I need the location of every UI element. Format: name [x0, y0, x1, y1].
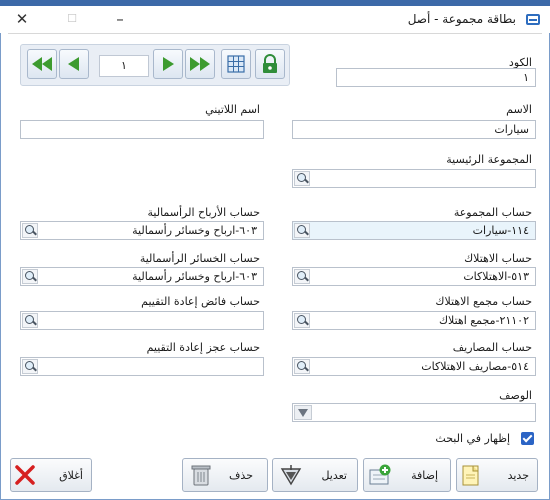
- add-record-icon: [369, 464, 391, 485]
- double-arrow-left-icon: [32, 57, 52, 71]
- depreciation-account-label: حساب الاهتلاك: [464, 252, 532, 265]
- grid-icon: [227, 55, 245, 73]
- capital-gains-search-icon[interactable]: [22, 223, 38, 238]
- description-label: الوصف: [499, 389, 532, 402]
- previous-record-button[interactable]: [59, 49, 89, 79]
- revaluation-surplus-field[interactable]: [20, 311, 264, 330]
- add-button-label: إضافة: [411, 469, 438, 482]
- latin-name-label: اسم اللاتيني: [205, 103, 260, 116]
- expenses-account-value: ٥١٤-مصاريف الاهتلاكات: [421, 360, 529, 373]
- latin-name-field[interactable]: [20, 120, 264, 139]
- parent-group-search-icon[interactable]: [294, 171, 310, 186]
- show-in-search-label: إظهار في البحث: [435, 432, 510, 445]
- trash-icon: [191, 465, 211, 486]
- next-record-button[interactable]: [153, 49, 183, 79]
- parent-group-field[interactable]: [292, 169, 536, 188]
- expenses-account-field[interactable]: ٥١٤-مصاريف الاهتلاكات: [292, 357, 536, 376]
- edit-button-label: تعديل: [321, 469, 347, 482]
- name-label: الاسم: [506, 103, 532, 116]
- capital-losses-field[interactable]: ٦٠٣-ارباح وخسائر رأسمالية: [20, 267, 264, 286]
- edit-icon: [280, 465, 302, 486]
- red-x-icon: [15, 465, 35, 485]
- title-bar: ✕ ☐ – بطاقة مجموعة - أصل: [0, 6, 550, 33]
- lock-button[interactable]: [255, 49, 285, 79]
- capital-losses-search-icon[interactable]: [22, 269, 38, 284]
- accum-depreciation-value: ٢١١٠٢-مجمع اهتلاك: [438, 314, 529, 327]
- record-navigator: ١: [20, 44, 290, 86]
- revaluation-surplus-label: حساب فائض إعادة التقييم: [141, 295, 260, 308]
- depreciation-account-field[interactable]: ٥١٣-الاهتلاكات: [292, 267, 536, 286]
- last-record-button[interactable]: [185, 49, 215, 79]
- arrow-left-icon: [68, 57, 79, 71]
- revaluation-surplus-search-icon[interactable]: [22, 313, 38, 328]
- expenses-account-label: حساب المصاريف: [452, 341, 532, 354]
- capital-gains-label: حساب الأرباح الرأسمالية: [147, 206, 261, 219]
- maximize-button[interactable]: ☐: [62, 10, 82, 28]
- description-dropdown[interactable]: [292, 403, 536, 422]
- record-number-field[interactable]: ١: [99, 55, 149, 77]
- arrow-right-icon: [163, 57, 174, 71]
- group-account-field[interactable]: ١١٤-سيارات: [292, 221, 536, 240]
- close-window-button[interactable]: ✕: [12, 10, 32, 28]
- depreciation-account-search-icon[interactable]: [294, 269, 310, 284]
- capital-gains-value: ٦٠٣-ارباح وخسائر رأسمالية: [132, 224, 257, 237]
- new-button-label: جديد: [507, 469, 529, 482]
- code-value: ١: [523, 71, 529, 84]
- delete-button[interactable]: حذف: [182, 458, 268, 492]
- bottom-toolbar: جديد إضافة تعديل حذف أغلاق: [8, 456, 542, 492]
- edit-button[interactable]: تعديل: [272, 458, 358, 492]
- first-record-button[interactable]: [27, 49, 57, 79]
- group-account-search-icon[interactable]: [294, 223, 310, 238]
- accum-depreciation-field[interactable]: ٢١١٠٢-مجمع اهتلاك: [292, 311, 536, 330]
- window-card-icon: [526, 14, 540, 25]
- new-button[interactable]: جديد: [456, 458, 538, 492]
- add-button[interactable]: إضافة: [363, 458, 451, 492]
- delete-button-label: حذف: [229, 469, 253, 482]
- grid-view-button[interactable]: [221, 49, 251, 79]
- close-button-label: أغلاق: [59, 469, 83, 482]
- parent-group-label: المجموعة الرئيسية: [446, 153, 532, 166]
- code-field[interactable]: ١: [336, 68, 536, 87]
- close-button[interactable]: أغلاق: [10, 458, 92, 492]
- window-title: بطاقة مجموعة - أصل: [407, 12, 516, 26]
- double-arrow-right-icon: [190, 57, 210, 71]
- title-separator: [8, 33, 542, 34]
- name-field[interactable]: سيارات: [292, 120, 536, 139]
- revaluation-deficit-search-icon[interactable]: [22, 359, 38, 374]
- show-in-search-checkbox[interactable]: [521, 432, 534, 445]
- group-account-value: ١١٤-سيارات: [472, 224, 529, 237]
- expenses-account-search-icon[interactable]: [294, 359, 310, 374]
- accum-depreciation-label: حساب مجمع الاهتلاك: [435, 295, 532, 308]
- capital-gains-field[interactable]: ٦٠٣-ارباح وخسائر رأسمالية: [20, 221, 264, 240]
- name-value: سيارات: [494, 123, 529, 136]
- revaluation-deficit-field[interactable]: [20, 357, 264, 376]
- dropdown-arrow-icon[interactable]: [294, 405, 312, 420]
- capital-losses-label: حساب الخسائر الرأسمالية: [139, 252, 260, 265]
- lock-icon: [263, 54, 277, 73]
- revaluation-deficit-label: حساب عجز إعادة التقييم: [146, 341, 260, 354]
- capital-losses-value: ٦٠٣-ارباح وخسائر رأسمالية: [132, 270, 257, 283]
- depreciation-account-value: ٥١٣-الاهتلاكات: [463, 270, 529, 283]
- minimize-button[interactable]: –: [110, 10, 130, 28]
- new-document-icon: [462, 465, 479, 486]
- accum-depreciation-search-icon[interactable]: [294, 313, 310, 328]
- group-account-label: حساب المجموعة: [453, 206, 532, 219]
